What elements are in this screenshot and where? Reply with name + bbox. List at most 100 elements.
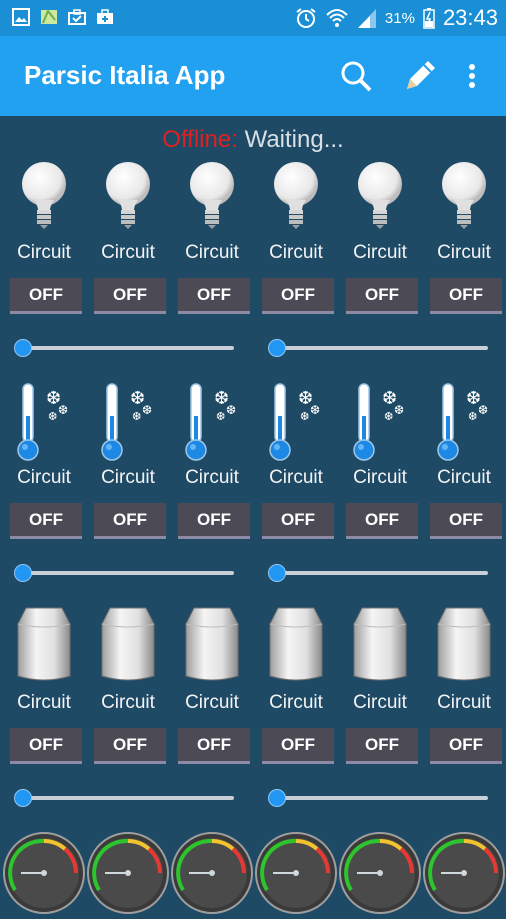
circuit-toggle-button[interactable]: OFF: [430, 278, 502, 314]
dimmer-slider[interactable]: [14, 338, 234, 358]
circuit-toggle-button[interactable]: OFF: [346, 278, 418, 314]
shutter-cylinder-icon[interactable]: [350, 606, 410, 686]
slider-track: [20, 346, 234, 350]
svg-text:❆: ❆: [48, 410, 57, 423]
circuit-toggle-button[interactable]: OFF: [178, 728, 250, 764]
circuit-label: Circuit: [185, 467, 239, 488]
gauge-icon: [87, 832, 169, 914]
wifi-icon: [326, 9, 348, 27]
circuit-label: Circuit: [353, 692, 407, 713]
circuit-label: Circuit: [269, 467, 323, 488]
circuit-toggle-button[interactable]: OFF: [10, 728, 82, 764]
circuit-label: Circuit: [437, 467, 491, 488]
circuit-cell: Circuit OFF: [170, 116, 254, 764]
circuit-label: Circuit: [437, 242, 491, 263]
light-bulb-icon[interactable]: [182, 160, 242, 230]
circuit-toggle-button[interactable]: OFF: [10, 503, 82, 539]
circuit-label: Circuit: [269, 692, 323, 713]
circuit-toggle-button[interactable]: OFF: [262, 728, 334, 764]
circuit-toggle-button[interactable]: OFF: [346, 503, 418, 539]
circuit-toggle-button[interactable]: OFF: [430, 728, 502, 764]
gauge-icon: [423, 832, 505, 914]
thermometer-snowflake-icon[interactable]: ❆ ❆ ❆: [350, 380, 410, 465]
circuit-toggle-button[interactable]: OFF: [430, 503, 502, 539]
gauge-icon: [255, 832, 337, 914]
gallery-icon: [12, 8, 30, 26]
dimmer-slider[interactable]: [14, 563, 234, 583]
slider-track: [20, 796, 234, 800]
slider-track: [274, 346, 488, 350]
app-bar: Parsic Italia App: [0, 36, 506, 116]
light-bulb-icon[interactable]: [434, 160, 494, 230]
svg-text:❆: ❆: [394, 403, 404, 417]
dimmer-slider[interactable]: [268, 338, 488, 358]
svg-text:❆: ❆: [300, 410, 309, 423]
status-bar: 31% 23:43: [0, 0, 506, 36]
circuit-toggle-button[interactable]: OFF: [346, 728, 418, 764]
search-button[interactable]: [336, 56, 376, 96]
slider-thumb[interactable]: [268, 564, 286, 582]
pencil-icon: [407, 61, 435, 89]
circuit-toggle-button[interactable]: OFF: [178, 278, 250, 314]
thermometer-snowflake-icon[interactable]: ❆ ❆ ❆: [14, 380, 74, 465]
connection-message: Waiting...: [244, 126, 344, 153]
thermometer-snowflake-icon[interactable]: ❆ ❆ ❆: [182, 380, 242, 465]
notification-icons: [12, 8, 114, 26]
slider-thumb[interactable]: [268, 789, 286, 807]
circuit-label: Circuit: [437, 692, 491, 713]
light-bulb-icon[interactable]: [350, 160, 410, 230]
thermometer-snowflake-icon[interactable]: ❆ ❆ ❆: [434, 380, 494, 465]
circuit-toggle-button[interactable]: OFF: [262, 503, 334, 539]
circuit-label: Circuit: [17, 242, 71, 263]
circuit-label: Circuit: [17, 467, 71, 488]
circuit-toggle-button[interactable]: OFF: [94, 503, 166, 539]
slider-thumb[interactable]: [14, 339, 32, 357]
gauge-icon: [339, 832, 421, 914]
circuit-toggle-button[interactable]: OFF: [94, 728, 166, 764]
overflow-menu-button[interactable]: [452, 56, 492, 96]
slider-thumb[interactable]: [14, 564, 32, 582]
system-indicators: 31% 23:43: [295, 4, 498, 32]
gauge-icon: [171, 832, 253, 914]
gauge-icon: [3, 832, 85, 914]
light-bulb-icon[interactable]: [98, 160, 158, 230]
shutter-cylinder-icon[interactable]: [434, 606, 494, 686]
circuit-toggle-button[interactable]: OFF: [178, 503, 250, 539]
edit-button[interactable]: [400, 56, 440, 96]
circuit-label: Circuit: [17, 692, 71, 713]
connection-status: Offline: Waiting...: [0, 126, 506, 154]
circuit-label: Circuit: [185, 242, 239, 263]
shutter-cylinder-icon[interactable]: [266, 606, 326, 686]
dimmer-slider[interactable]: [268, 788, 488, 808]
thermometer-snowflake-icon[interactable]: ❆ ❆ ❆: [266, 380, 326, 465]
main-content: Offline: Waiting... Circuit OFF Circuit OFF…: [0, 116, 506, 914]
circuit-label: Circuit: [353, 242, 407, 263]
svg-text:❆: ❆: [226, 403, 236, 417]
light-bulb-icon[interactable]: [266, 160, 326, 230]
svg-text:❆: ❆: [310, 403, 320, 417]
slider-track: [20, 571, 234, 575]
slider-thumb[interactable]: [268, 339, 286, 357]
shutter-cylinder-icon[interactable]: [182, 606, 242, 686]
battery-charging-icon: [423, 8, 435, 29]
shutter-cylinder-icon[interactable]: [14, 606, 74, 686]
overflow-menu-icon: [469, 64, 475, 88]
thermometer-snowflake-icon[interactable]: ❆ ❆ ❆: [98, 380, 158, 465]
dimmer-slider[interactable]: [268, 563, 488, 583]
circuit-label: Circuit: [269, 242, 323, 263]
briefcase-plus-icon: [97, 9, 113, 24]
circuit-toggle-button[interactable]: OFF: [262, 278, 334, 314]
dimmer-slider[interactable]: [14, 788, 234, 808]
svg-text:❆: ❆: [132, 410, 141, 423]
app-title: Parsic Italia App: [24, 60, 226, 90]
svg-text:❆: ❆: [478, 403, 488, 417]
slider-track: [274, 571, 488, 575]
circuit-toggle-button[interactable]: OFF: [10, 278, 82, 314]
circuit-toggle-button[interactable]: OFF: [94, 278, 166, 314]
clock: 23:43: [442, 5, 498, 30]
svg-text:❆: ❆: [216, 410, 225, 423]
circuit-label: Circuit: [101, 242, 155, 263]
light-bulb-icon[interactable]: [14, 160, 74, 230]
shutter-cylinder-icon[interactable]: [98, 606, 158, 686]
slider-thumb[interactable]: [14, 789, 32, 807]
